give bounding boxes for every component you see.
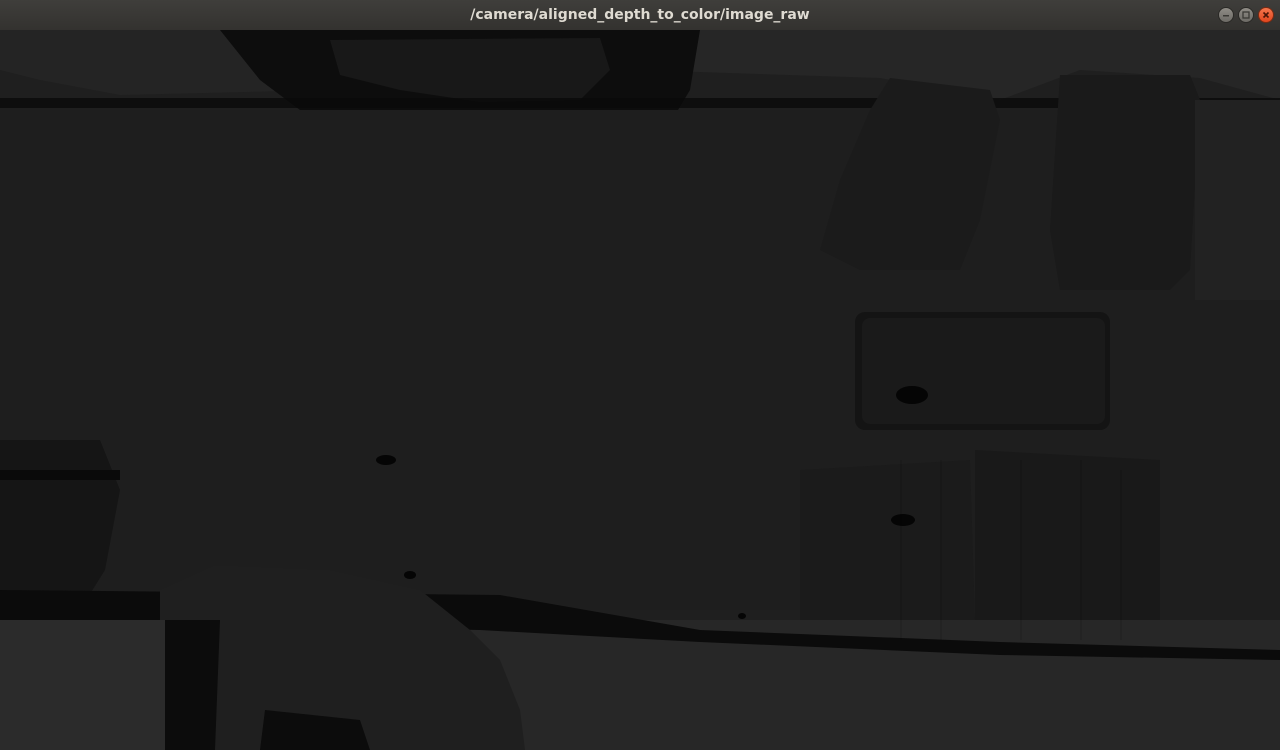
close-icon[interactable] [1258, 7, 1274, 23]
maximize-icon[interactable] [1238, 7, 1254, 23]
image-viewer-window: /camera/aligned_depth_to_color/image_raw [0, 0, 1280, 750]
title-bar[interactable]: /camera/aligned_depth_to_color/image_raw [0, 0, 1280, 31]
window-title: /camera/aligned_depth_to_color/image_raw [470, 7, 810, 23]
window-controls [1218, 7, 1274, 23]
minimize-icon[interactable] [1218, 7, 1234, 23]
depth-image [0, 30, 1280, 750]
depth-image-canvas[interactable] [0, 30, 1280, 750]
